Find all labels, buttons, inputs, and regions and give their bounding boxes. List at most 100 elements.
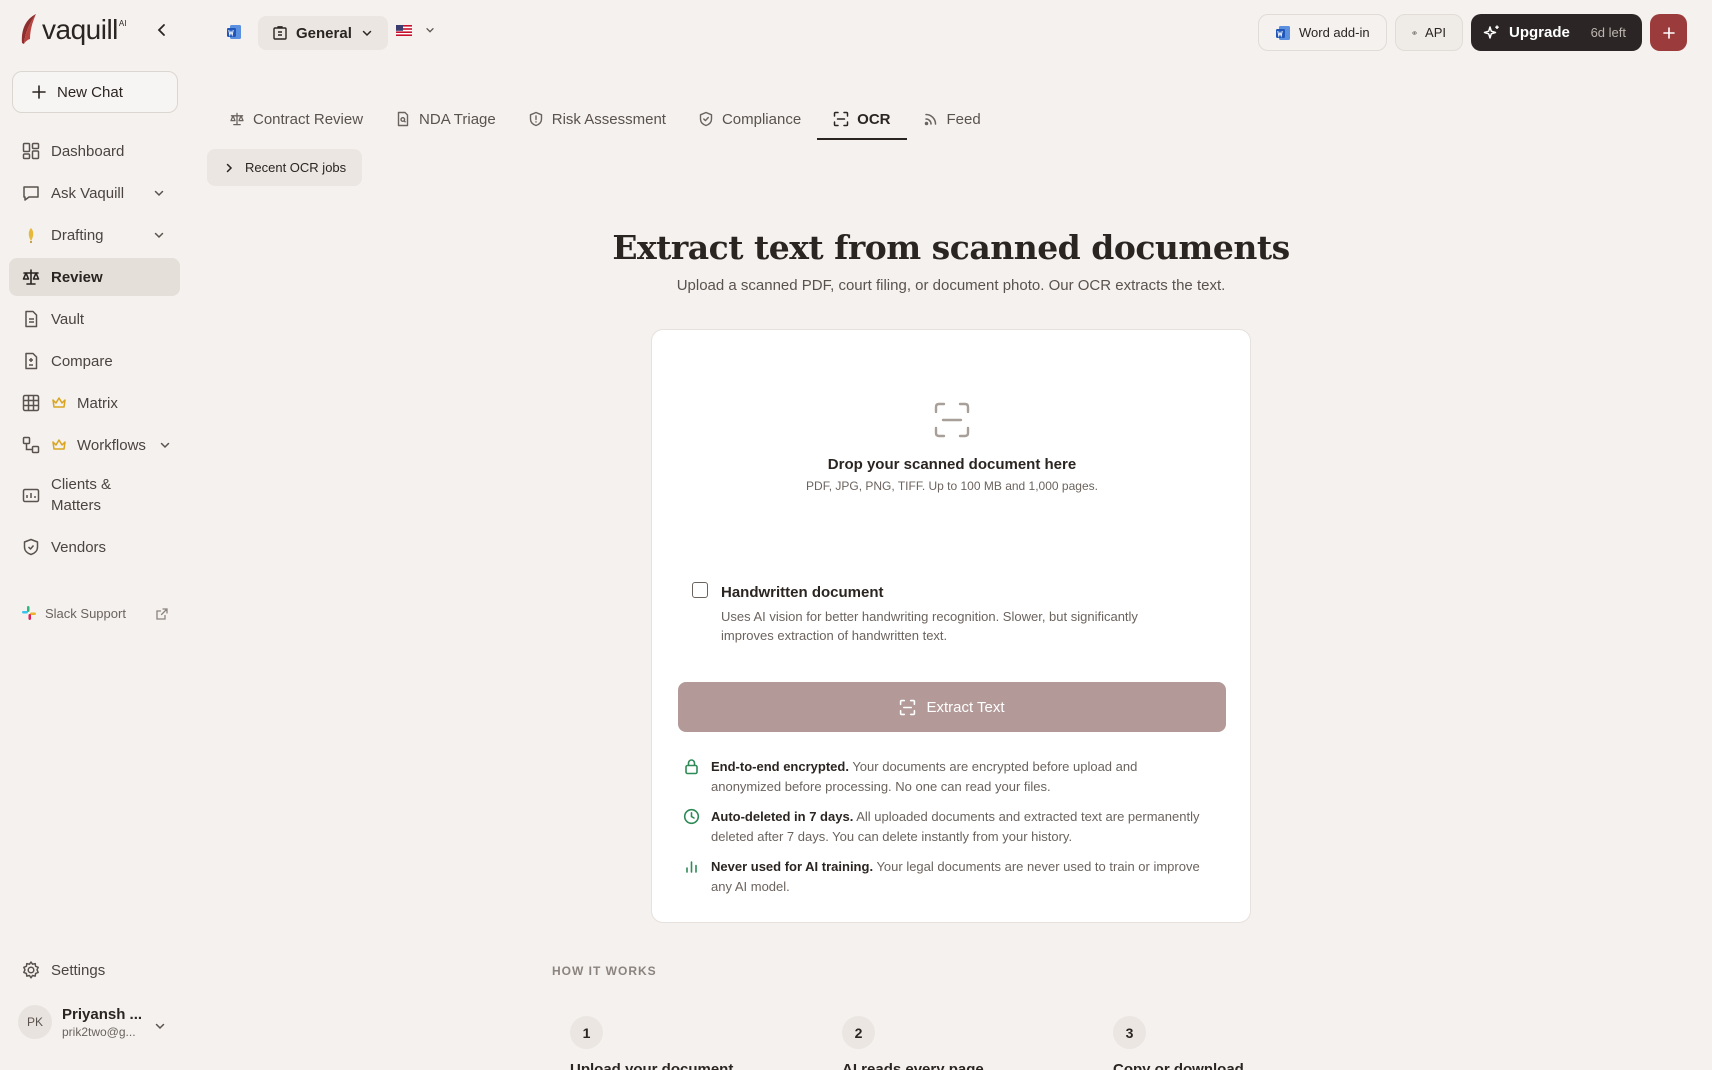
sidebar-item-vault[interactable]: Vault [9,300,180,338]
workspace-label: General [296,24,352,42]
user-menu[interactable]: PK Priyansh ... prik2two@g... [18,1005,142,1039]
tab-nda-triage[interactable]: NDA Triage [379,98,512,140]
gear-icon [21,960,41,980]
rss-icon [923,111,939,127]
folder-icon [21,485,41,505]
new-chat-label: New Chat [57,83,123,101]
api-label: API [1425,25,1446,40]
scan-icon [833,111,849,127]
slack-support-link[interactable]: Slack Support [21,605,126,621]
feature-no-training: Never used for AI training. Your legal d… [683,857,1203,897]
chevron-right-icon [226,163,233,172]
sidebar-item-settings[interactable]: Settings [9,951,180,989]
user-name: Priyansh ... [62,1005,143,1023]
sidebar: vaquill AI New Chat Dashboard Ask Vaquil… [0,0,188,1070]
api-button[interactable]: API [1395,14,1463,51]
tab-label: NDA Triage [419,110,496,128]
feature-text: Auto-deleted in 7 days. All uploaded doc… [711,807,1203,847]
sidebar-item-label: Compare [51,352,113,370]
tab-ocr[interactable]: OCR [817,98,907,140]
sidebar-item-workflows[interactable]: Workflows [9,426,180,464]
tab-label: Contract Review [253,110,364,128]
scales-icon [229,111,245,127]
collapse-sidebar-icon[interactable] [152,20,172,40]
recent-ocr-jobs-label: Recent OCR jobs [245,160,347,175]
sidebar-item-label: Matrix [77,394,118,412]
scan-icon [899,699,916,716]
page-title: Extract text from scanned documents [612,228,1290,267]
feature-title: Auto-deleted in 7 days. [711,809,854,824]
slack-icon [22,606,36,620]
external-link-icon[interactable] [155,607,169,621]
crown-icon [51,437,67,453]
grid-icon [21,393,41,413]
handwritten-label: Handwritten document [721,584,884,601]
new-chat-button[interactable]: New Chat [12,71,178,113]
chevron-down-icon[interactable] [152,186,166,200]
plus-icon [1662,26,1675,39]
code-icon [1412,30,1417,35]
sidebar-item-clients-matters[interactable]: Clients & Matters [9,468,180,522]
feature-title: Never used for AI training. [711,859,874,874]
sidebar-item-ask-vaquill[interactable]: Ask Vaquill [9,174,180,212]
brand-ai-tag: AI [118,19,127,28]
recent-ocr-jobs-toggle[interactable]: Recent OCR jobs [207,149,363,186]
tab-label: Feed [946,110,981,128]
user-email: prik2two@g... [62,1024,136,1039]
crown-icon [51,395,67,411]
dropzone-hint: PDF, JPG, PNG, TIFF. Up to 100 MB and 1,… [806,479,1098,493]
handwritten-description: Uses AI vision for better handwriting re… [721,609,1138,643]
sidebar-item-matrix[interactable]: Matrix [9,384,180,422]
sidebar-item-label: Vault [51,310,85,328]
region-select[interactable] [396,24,436,36]
dropzone[interactable]: Drop your scanned document here PDF, JPG… [652,330,1252,560]
sidebar-item-dashboard[interactable]: Dashboard [9,132,180,170]
tab-label: Risk Assessment [551,110,666,128]
workflow-icon [21,435,41,455]
tab-contract-review[interactable]: Contract Review [213,98,379,140]
step-number: 1 [570,1016,603,1049]
feature-text: Never used for AI training. Your legal d… [711,857,1203,897]
dashboard-icon [21,141,41,161]
word-icon [1276,25,1290,40]
dropzone-title: Drop your scanned document here [827,456,1077,473]
review-tabs: Contract Review NDA Triage Risk Assessme… [213,98,997,140]
compare-document-icon [21,351,41,371]
feature-encrypted: End-to-end encrypted. Your documents are… [683,757,1203,797]
ocr-upload-card: Drop your scanned document here PDF, JPG… [651,329,1251,923]
brand-logo[interactable]: vaquill AI [18,10,126,50]
word-addin-button[interactable]: Word add-in [1258,14,1387,51]
word-addin-label: Word add-in [1299,25,1370,40]
step-label: AI reads every page [842,1061,984,1070]
tab-risk-assessment[interactable]: Risk Assessment [512,98,682,140]
sidebar-item-label: Clients & Matters [51,476,112,514]
upgrade-label: Upgrade [1509,24,1570,41]
sidebar-item-label: Dashboard [51,142,125,160]
tab-label: Compliance [721,110,802,128]
word-icon[interactable] [226,24,242,40]
workspace-select[interactable]: General [258,16,388,50]
scan-icon [933,401,971,439]
step-number: 2 [842,1016,875,1049]
handwritten-checkbox[interactable] [692,582,708,598]
us-flag-icon [396,24,412,36]
sidebar-item-label: Settings [51,961,106,979]
chevron-down-icon[interactable] [153,1019,167,1033]
upgrade-button[interactable]: Upgrade 6d left [1471,14,1642,51]
tab-label: OCR [857,110,891,128]
building-icon [273,26,287,40]
sidebar-item-label: Ask Vaquill [51,184,125,202]
feature-text: End-to-end encrypted. Your documents are… [711,757,1203,797]
chevron-down-icon[interactable] [158,438,172,452]
trial-days-left: 6d left [1590,25,1626,40]
brand-name: vaquill [42,14,118,45]
sidebar-item-vendors[interactable]: Vendors [9,528,180,566]
page-subtitle: Upload a scanned PDF, court filing, or d… [676,277,1226,294]
tab-feed[interactable]: Feed [907,98,997,140]
tab-compliance[interactable]: Compliance [682,98,817,140]
sidebar-item-compare[interactable]: Compare [9,342,180,380]
sparkle-icon [1483,25,1499,39]
extract-text-button[interactable]: Extract Text [678,682,1226,732]
feature-title: End-to-end encrypted. [711,759,849,774]
new-item-button[interactable] [1650,14,1687,51]
